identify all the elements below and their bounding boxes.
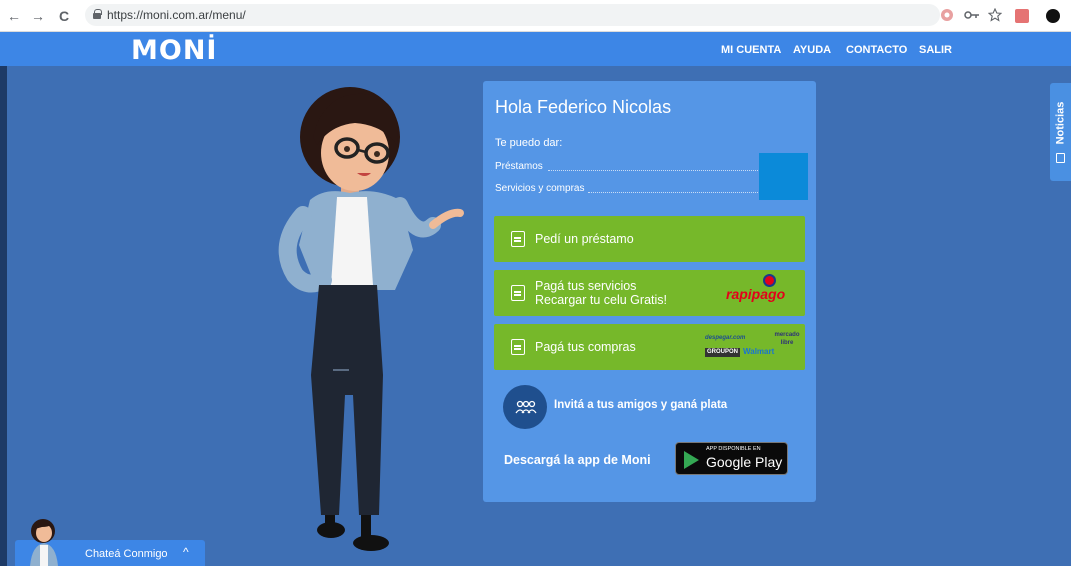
profile-avatar[interactable] xyxy=(1046,9,1060,23)
google-play-badge[interactable]: APP DISPONIBLE EN Google Play xyxy=(675,442,788,475)
nav-salir[interactable]: SALIR xyxy=(919,44,952,56)
walmart-logo: Walmart xyxy=(743,347,775,356)
pedi-prestamo-label: Pedí un préstamo xyxy=(535,232,634,246)
forward-icon[interactable]: → xyxy=(30,7,46,25)
gplay-big-text: Google Play xyxy=(706,454,783,470)
nav-ayuda[interactable]: AYUDA xyxy=(793,44,831,56)
nav-contacto[interactable]: CONTACTO xyxy=(846,44,907,56)
groupon-logo: GROUPON xyxy=(705,348,741,357)
site-header: MONİ MI CUENTA AYUDA CONTACTO SALIR xyxy=(0,32,1071,66)
paga-servicios-button[interactable]: Pagá tus servicios Recargar tu celu Grat… xyxy=(494,270,805,316)
noticias-tab[interactable]: Noticias xyxy=(1050,83,1071,181)
offer-leader-line xyxy=(548,170,758,171)
back-icon[interactable]: ← xyxy=(6,7,22,25)
rapipago-logo: rapipago xyxy=(726,286,786,302)
offer-intro: Te puedo dar: xyxy=(495,137,563,149)
offer-servicios: Servicios y compras xyxy=(495,183,585,194)
paga-compras-label: Pagá tus compras xyxy=(535,340,636,354)
extension-icon[interactable] xyxy=(940,8,954,26)
nav-mi-cuenta[interactable]: MI CUENTA xyxy=(721,44,781,56)
left-edge-strip xyxy=(0,66,7,566)
invite-friends-link[interactable]: Invitá a tus amigos y ganá plata xyxy=(554,399,727,411)
lock-icon xyxy=(93,9,102,19)
invite-friends-button[interactable] xyxy=(503,385,547,429)
shopping-bag-icon xyxy=(511,339,525,355)
paga-compras-button[interactable]: Pagá tus compras despegar.com mercado li… xyxy=(494,324,805,370)
address-bar[interactable]: https://moni.com.ar/menu/ xyxy=(85,4,940,26)
receipt-icon xyxy=(511,285,525,301)
key-icon[interactable] xyxy=(964,8,980,26)
url-text: https://moni.com.ar/menu/ xyxy=(107,8,246,22)
wallet-icon xyxy=(511,231,525,247)
recargar-celu-label: Recargar tu celu Gratis! xyxy=(535,293,667,307)
chat-avatar xyxy=(30,519,58,566)
news-icon xyxy=(1056,153,1065,163)
paga-servicios-label: Pagá tus servicios xyxy=(535,279,637,293)
browser-toolbar: ← → C https://moni.com.ar/menu/ xyxy=(0,0,1071,32)
greeting-title: Hola Federico Nicolas xyxy=(495,97,672,117)
download-app-label: Descargá la app de Moni xyxy=(504,453,651,467)
gplay-small-text: APP DISPONIBLE EN xyxy=(706,446,761,452)
noticias-label: Noticias xyxy=(1054,101,1067,145)
mercadolibre-logo: mercado libre xyxy=(774,332,800,346)
offer-prestamos: Préstamos xyxy=(495,161,543,172)
despegar-logo: despegar.com xyxy=(705,335,746,341)
play-store-icon xyxy=(684,451,699,469)
people-icon xyxy=(515,400,537,414)
chevron-up-icon[interactable]: ^ xyxy=(183,545,189,559)
star-icon[interactable] xyxy=(987,7,1003,26)
moni-character-illustration xyxy=(278,87,464,551)
chat-label: Chateá Conmigo xyxy=(85,548,168,560)
pdf-extension-icon[interactable] xyxy=(1015,9,1029,23)
offer-leader-line xyxy=(588,192,758,193)
reload-icon[interactable]: C xyxy=(56,7,72,25)
pedi-prestamo-button[interactable]: Pedí un préstamo xyxy=(494,216,805,262)
offer-amount-box xyxy=(759,153,808,200)
moni-logo[interactable]: MONİ xyxy=(131,35,217,66)
